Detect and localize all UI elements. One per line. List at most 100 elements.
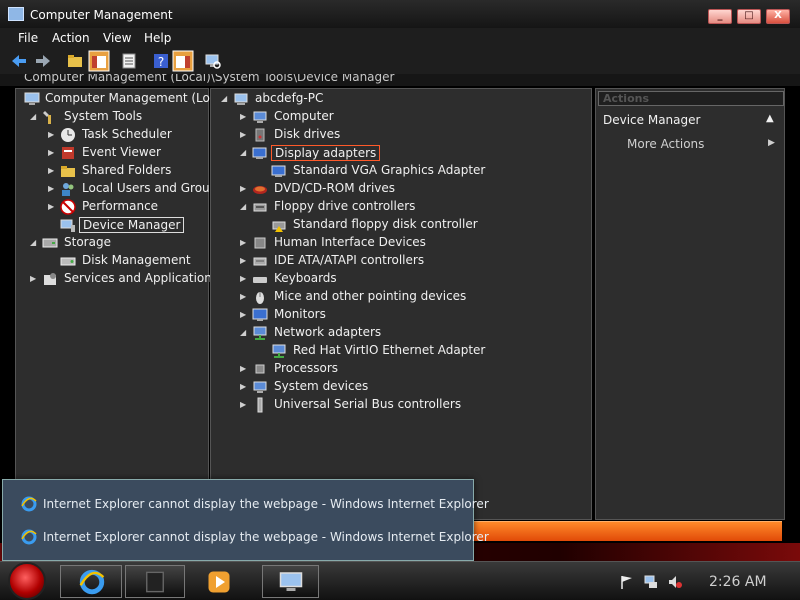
- toolbar: ?: [0, 48, 800, 74]
- taskbar-computer-management[interactable]: [262, 565, 319, 598]
- device-category[interactable]: ▶ Computer: [240, 108, 580, 126]
- taskbar-window[interactable]: [125, 565, 185, 598]
- device-category[interactable]: ◢ Network adapters: [240, 324, 580, 342]
- tree-label: Task Scheduler: [82, 127, 172, 141]
- back-icon[interactable]: [10, 52, 28, 70]
- device-category[interactable]: ▶ Human Interface Devices: [240, 234, 580, 252]
- tree-expander[interactable]: ▶: [48, 166, 58, 175]
- tree-item[interactable]: ▶ Task Scheduler: [48, 126, 208, 144]
- close-button[interactable]: X: [766, 9, 790, 24]
- status-bar: [470, 521, 782, 541]
- help-icon[interactable]: ?: [152, 52, 170, 70]
- device-category[interactable]: ▶ DVD/CD-ROM drives: [240, 180, 580, 198]
- tree-label: Event Viewer: [82, 145, 161, 159]
- console-tree[interactable]: Computer Management (Local ◢ System Tool…: [15, 88, 227, 520]
- menu-file[interactable]: File: [18, 31, 38, 45]
- actions-section-device-manager[interactable]: Device Manager: [603, 113, 700, 127]
- device-category[interactable]: ▶ Keyboards: [240, 270, 580, 288]
- tree-item[interactable]: ◢ Storage: [30, 234, 208, 252]
- tree-expander[interactable]: ▶: [240, 382, 250, 391]
- tree-expander[interactable]: ▶: [240, 130, 250, 139]
- network-icon[interactable]: [643, 574, 659, 590]
- window-title: Computer Management: [30, 8, 173, 22]
- start-button[interactable]: [8, 562, 46, 600]
- minimize-button[interactable]: _: [708, 9, 732, 24]
- tree-label: IDE ATA/ATAPI controllers: [274, 253, 425, 267]
- device-item[interactable]: Standard VGA Graphics Adapter: [259, 162, 579, 180]
- maximize-button[interactable]: □: [737, 9, 761, 24]
- media-player-icon[interactable]: [207, 570, 231, 594]
- device-item[interactable]: Standard floppy disk controller: [259, 216, 579, 234]
- tree-expander[interactable]: ◢: [221, 94, 231, 103]
- tree-item[interactable]: ▶ Services and Applications: [30, 270, 218, 288]
- network-adapter-icon: [272, 344, 286, 358]
- device-category[interactable]: ▶ System devices: [240, 378, 580, 396]
- device-category[interactable]: ▶ Mice and other pointing devices: [240, 288, 580, 306]
- clock[interactable]: 2:26 AM: [709, 574, 767, 590]
- device-category[interactable]: ▶ Processors: [240, 360, 580, 378]
- taskbar-internet-explorer[interactable]: [60, 565, 122, 598]
- tree-label: Device Manager: [79, 217, 185, 233]
- tree-expander[interactable]: ▶: [240, 292, 250, 301]
- tree-expander[interactable]: ▶: [240, 256, 250, 265]
- tree-expander[interactable]: ◢: [240, 148, 250, 157]
- folder-up-icon[interactable]: [66, 52, 84, 70]
- tree-expander[interactable]: ▶: [240, 112, 250, 121]
- title-bar[interactable]: Computer Management _ □ X: [0, 0, 800, 28]
- device-manager-icon: [60, 219, 75, 232]
- tree-expander[interactable]: ▶: [48, 184, 58, 193]
- menu-view[interactable]: View: [103, 31, 131, 45]
- tree-expander[interactable]: ▶: [240, 238, 250, 247]
- forward-icon[interactable]: [34, 52, 52, 70]
- tree-item-selected[interactable]: Device Manager: [48, 216, 208, 234]
- tree-expander[interactable]: ▶: [48, 130, 58, 139]
- device-category[interactable]: ▶ Universal Serial Bus controllers: [240, 396, 580, 414]
- tree-item[interactable]: ▶ Shared Folders: [48, 162, 208, 180]
- tree-expander[interactable]: ▶: [240, 400, 250, 409]
- tree-item[interactable]: Disk Management: [48, 252, 208, 270]
- device-category-focused[interactable]: ◢ Display adapters: [240, 144, 580, 162]
- tree-label: Universal Serial Bus controllers: [274, 397, 462, 411]
- tree-label: Mice and other pointing devices: [274, 289, 467, 303]
- tree-expander[interactable]: ▶: [240, 184, 250, 193]
- tree-expander[interactable]: ▶: [240, 310, 250, 319]
- tree-expander[interactable]: ◢: [240, 328, 250, 337]
- show-hide-tree-icon[interactable]: [88, 50, 110, 72]
- system-devices-icon: [253, 381, 267, 393]
- disk-management-icon: [60, 257, 76, 266]
- action-center-flag-icon[interactable]: [619, 574, 635, 590]
- tree-expander[interactable]: ▶: [240, 364, 250, 373]
- actions-header: Actions: [598, 91, 784, 106]
- tree-expander[interactable]: ◢: [30, 238, 40, 247]
- more-actions-link[interactable]: More Actions: [627, 137, 704, 151]
- show-hide-action-pane-icon[interactable]: [172, 50, 194, 72]
- collapse-icon[interactable]: ▲: [766, 113, 774, 124]
- device-item[interactable]: Red Hat VirtIO Ethernet Adapter: [259, 342, 579, 360]
- floppy-controller-icon: [253, 203, 267, 212]
- menu-help[interactable]: Help: [144, 31, 171, 45]
- tree-expander[interactable]: ▶: [48, 148, 58, 157]
- device-tree-root[interactable]: ◢ abcdefg-PC: [221, 90, 581, 108]
- more-actions-arrow-icon[interactable]: ▶: [768, 138, 775, 148]
- device-tree[interactable]: ◢ abcdefg-PC ▶ Computer ▶ Disk drives ◢ …: [210, 88, 592, 520]
- tree-item[interactable]: Computer Management (Local: [18, 90, 227, 108]
- tree-expander[interactable]: ▶: [30, 274, 40, 283]
- device-category[interactable]: ▶ Disk drives: [240, 126, 580, 144]
- tree-item[interactable]: ▶ Performance: [48, 198, 208, 216]
- device-category[interactable]: ▶ IDE ATA/ATAPI controllers: [240, 252, 580, 270]
- tree-expander[interactable]: ◢: [30, 112, 40, 121]
- device-category[interactable]: ▶ Monitors: [240, 306, 580, 324]
- volume-muted-icon[interactable]: [667, 574, 683, 590]
- menu-action[interactable]: Action: [52, 31, 90, 45]
- tree-expander[interactable]: ◢: [240, 202, 250, 211]
- tree-expander[interactable]: ▶: [48, 202, 58, 211]
- tree-label: Shared Folders: [82, 163, 172, 177]
- tree-item[interactable]: ▶ Local Users and Groups: [48, 180, 224, 198]
- scan-hardware-icon[interactable]: [204, 52, 222, 70]
- tree-item[interactable]: ▶ Event Viewer: [48, 144, 208, 162]
- tree-item[interactable]: ◢ System Tools: [30, 108, 208, 126]
- users-icon: [62, 183, 74, 196]
- properties-icon[interactable]: [120, 52, 138, 70]
- device-category[interactable]: ◢ Floppy drive controllers: [240, 198, 580, 216]
- tree-expander[interactable]: ▶: [240, 274, 250, 283]
